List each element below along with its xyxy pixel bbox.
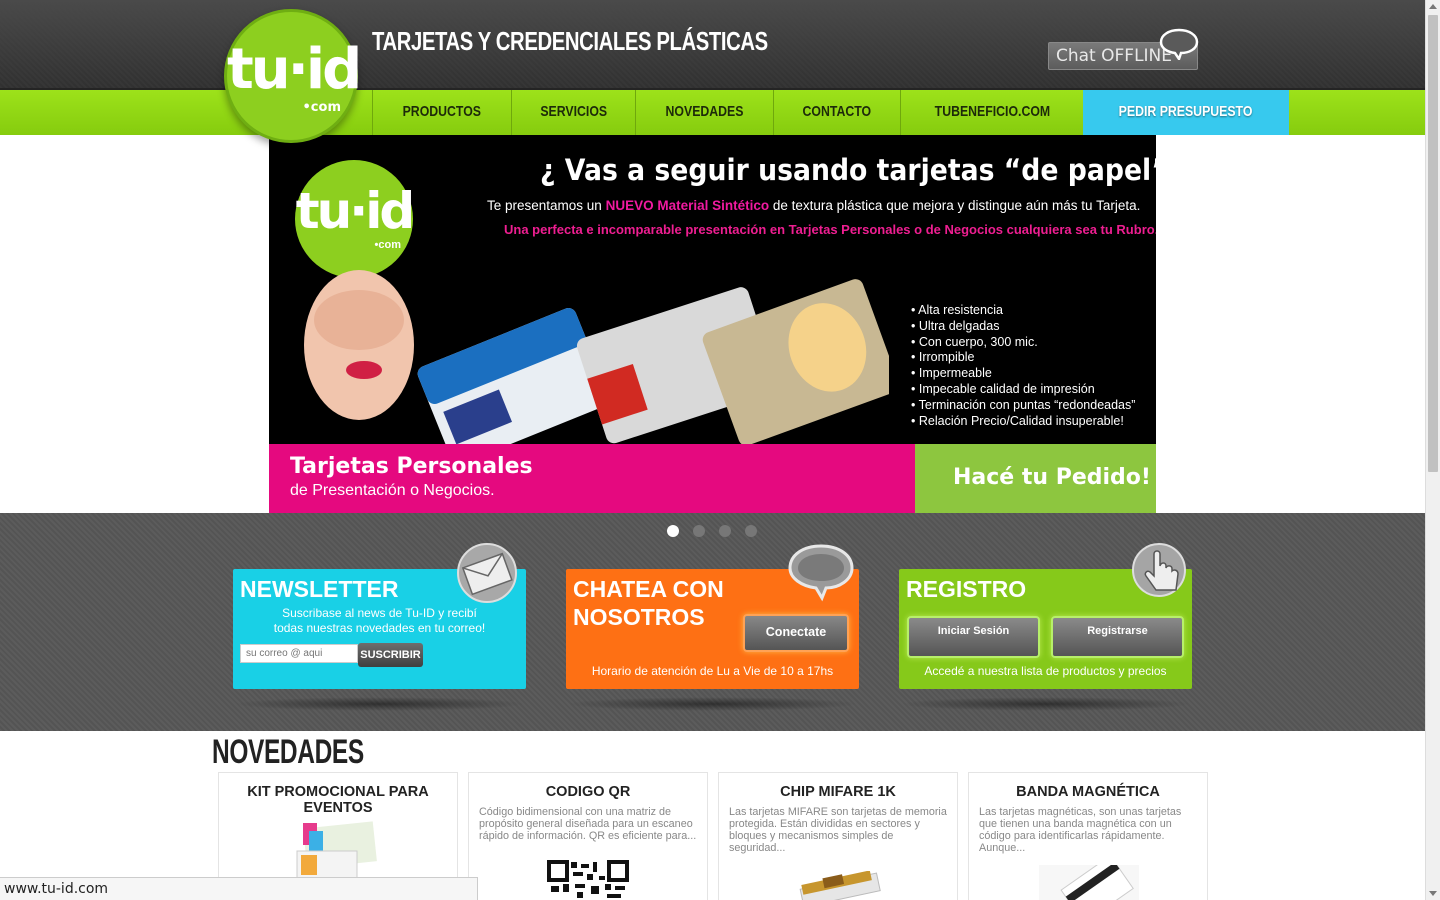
main-nav: PRODUCTOS SERVICIOS NOVEDADES CONTACTO T… (372, 90, 1289, 135)
news-card-title: CODIGO QR (545, 784, 631, 800)
registro-title: REGISTRO (906, 576, 1027, 602)
news-card-description: Las tarjetas MIFARE son tarjetas de memo… (729, 806, 947, 854)
banner-headline: ¿ Vas a seguir usando tarjetas “de papel… (540, 153, 1156, 187)
news-card[interactable]: CHIP MIFARE 1K Las tarjetas MIFARE son t… (718, 772, 958, 900)
registro-note: Accedé a nuestra lista de productos y pr… (924, 664, 1167, 678)
site-title: TARJETAS Y CREDENCIALES PLÁSTICAS (372, 26, 768, 56)
newsletter-description: Suscribase al news de Tu-ID y recibí tod… (273, 606, 486, 635)
banner-product-strip: Tarjetas Personales de Presentación o Ne… (269, 444, 915, 513)
banner-logo-suffix: •com (374, 239, 401, 251)
news-card[interactable]: BANDA MAGNÉTICA Las tarjetas magnéticas,… (968, 772, 1208, 900)
register-button[interactable]: Registrarse (1051, 616, 1184, 658)
qr-code-image (547, 860, 629, 900)
news-card-title: CHIP MIFARE 1K (780, 784, 896, 800)
nav-item-novedades[interactable]: NOVEDADES (635, 90, 773, 135)
slider-dot[interactable] (667, 525, 679, 537)
chat-bubble-icon (1159, 28, 1199, 60)
feature-item: Relación Precio/Calidad insuperable! (911, 414, 1135, 430)
banner-subtitle: Te presentamos un NUEVO Material Sintéti… (487, 198, 1141, 213)
newsletter-title: NEWSLETTER (240, 576, 399, 602)
chat-connect-button[interactable]: Conectate (743, 614, 849, 652)
novedades-title: NOVEDADES (212, 733, 364, 771)
scroll-down-icon[interactable] (1429, 891, 1437, 896)
login-button[interactable]: Iniciar Sesión (907, 616, 1040, 658)
speech-bubble-icon (788, 544, 854, 602)
nav-item-pedir-presupuesto[interactable]: PEDIR PRESUPUESTO (1083, 90, 1289, 135)
box-shadow (899, 697, 1192, 711)
slider-dot[interactable] (719, 525, 731, 537)
site-logo[interactable]: tu·id •com (224, 9, 362, 143)
box-shadow (566, 697, 859, 711)
hero-banner[interactable]: tu·id •com ¿ Vas a seguir usando tarjeta… (269, 135, 1156, 513)
banner-order-cta[interactable]: Hacé tu Pedido! (915, 444, 1156, 513)
news-card-title: KIT PROMOCIONAL PARA EVENTOS (247, 784, 429, 816)
feature-item: Irrompible (911, 350, 1135, 366)
envelope-icon (457, 543, 517, 603)
nav-item-tubeneficio[interactable]: TUBENEFICIO.COM (899, 90, 1084, 135)
scroll-up-icon[interactable] (1429, 4, 1437, 9)
chat-hours: Horario de atención de Lu a Vie de 10 a … (591, 664, 834, 678)
promo-kit-image (296, 821, 377, 880)
nav-item-productos[interactable]: PRODUCTOS (372, 90, 511, 135)
feature-list: Alta resistencia Ultra delgadas Con cuer… (911, 303, 1135, 429)
logo-suffix: •com (302, 100, 342, 115)
slider-dot[interactable] (693, 525, 705, 537)
news-card[interactable]: CODIGO QR Código bidimensional con una m… (468, 772, 708, 900)
banner-cards-image (304, 270, 889, 450)
slider-dot[interactable] (745, 525, 757, 537)
box-shadow (233, 697, 526, 711)
banner-logo-text: tu·id (295, 182, 415, 240)
banner-product-title: Tarjetas Personales (290, 454, 533, 479)
feature-item: Impermeable (911, 366, 1135, 382)
news-card-description: Código bidimensional con una matriz de p… (479, 806, 697, 842)
feature-item: Impecable calidad de impresión (911, 382, 1135, 398)
feature-item: Con cuerpo, 300 mic. (911, 335, 1135, 351)
subscribe-button[interactable]: SUSCRIBIR (358, 643, 423, 667)
scrollbar-thumb[interactable] (1428, 15, 1438, 472)
banner-tagline: Una perfecta e incomparable presentación… (504, 222, 1156, 237)
vertical-scrollbar[interactable] (1425, 0, 1440, 900)
newsletter-email-input[interactable] (240, 644, 358, 663)
mifare-chip-image (799, 871, 881, 900)
slider-pagination (667, 525, 757, 537)
hand-pointer-icon (1132, 543, 1186, 597)
feature-item: Terminación con puntas “redondeadas” (911, 398, 1136, 414)
chat-title: CHATEA CON NOSOTROS (573, 576, 724, 630)
logo-text: tu·id (227, 37, 362, 102)
banner-product-subtitle: de Presentación o Negocios. (290, 482, 495, 499)
news-card-description: Las tarjetas magnéticas, son unas tarjet… (979, 806, 1182, 854)
nav-item-servicios[interactable]: SERVICIOS (510, 90, 635, 135)
magnetic-stripe-card-image (1039, 865, 1139, 900)
feature-item: Ultra delgadas (911, 319, 1135, 335)
browser-status-bar: www.tu-id.com (0, 877, 478, 900)
banner-subtitle-highlight: NUEVO Material Sintético (605, 198, 770, 213)
news-card-title: BANDA MAGNÉTICA (1016, 784, 1160, 800)
nav-item-contacto[interactable]: CONTACTO (773, 90, 900, 135)
banner-order-cta-label: Hacé tu Pedido! (953, 465, 1151, 490)
feature-item: Alta resistencia (911, 303, 1135, 319)
